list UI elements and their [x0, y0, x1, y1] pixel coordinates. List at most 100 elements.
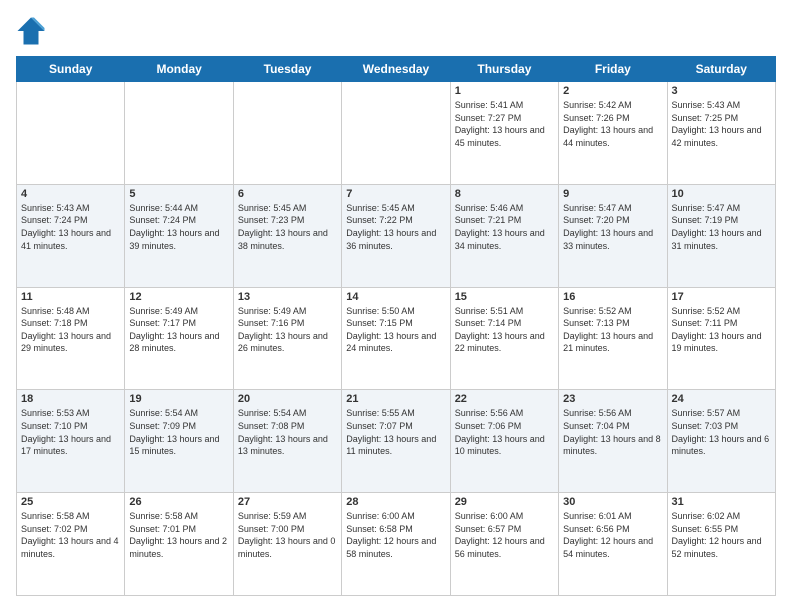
- day-info: Sunrise: 5:51 AMSunset: 7:14 PMDaylight:…: [455, 305, 554, 355]
- day-info: Sunrise: 5:52 AMSunset: 7:11 PMDaylight:…: [672, 305, 771, 355]
- day-number: 29: [455, 496, 554, 508]
- day-cell: 4 Sunrise: 5:43 AMSunset: 7:24 PMDaylight…: [17, 184, 125, 287]
- day-cell: 24 Sunrise: 5:57 AMSunset: 7:03 PMDayligh…: [667, 390, 775, 493]
- day-info: Sunrise: 5:47 AMSunset: 7:20 PMDaylight:…: [563, 202, 662, 252]
- day-info: Sunrise: 6:02 AMSunset: 6:55 PMDaylight:…: [672, 510, 771, 560]
- day-cell: 6 Sunrise: 5:45 AMSunset: 7:23 PMDaylight…: [233, 184, 341, 287]
- logo-icon: [16, 16, 46, 46]
- page: Sunday Monday Tuesday Wednesday Thursday…: [0, 0, 792, 612]
- day-cell: 3 Sunrise: 5:43 AMSunset: 7:25 PMDaylight…: [667, 82, 775, 185]
- header-row: Sunday Monday Tuesday Wednesday Thursday…: [17, 57, 776, 82]
- day-cell: 25 Sunrise: 5:58 AMSunset: 7:02 PMDayligh…: [17, 493, 125, 596]
- day-number: 16: [563, 291, 662, 303]
- day-cell: 8 Sunrise: 5:46 AMSunset: 7:21 PMDaylight…: [450, 184, 558, 287]
- day-cell: 12 Sunrise: 5:49 AMSunset: 7:17 PMDayligh…: [125, 287, 233, 390]
- week-row-3: 11Sunrise: 5:48 AMSunset: 7:18 PMDayligh…: [17, 287, 776, 390]
- day-number: 19: [129, 393, 228, 405]
- day-number: 1: [455, 85, 554, 97]
- day-info: Sunrise: 5:57 AMSunset: 7:03 PMDaylight:…: [672, 407, 771, 457]
- day-cell: 27Sunrise: 5:59 AMSunset: 7:00 PMDayligh…: [233, 493, 341, 596]
- day-number: 31: [672, 496, 771, 508]
- day-number: 10: [672, 188, 771, 200]
- day-cell: 9Sunrise: 5:47 AMSunset: 7:20 PMDaylight…: [559, 184, 667, 287]
- day-number: 25: [21, 496, 120, 508]
- day-cell: 23 Sunrise: 5:56 AMSunset: 7:04 PMDayligh…: [559, 390, 667, 493]
- day-info: Sunrise: 5:56 AMSunset: 7:06 PMDaylight:…: [455, 407, 554, 457]
- day-cell: 11Sunrise: 5:48 AMSunset: 7:18 PMDayligh…: [17, 287, 125, 390]
- day-info: Sunrise: 5:43 AMSunset: 7:24 PMDaylight:…: [21, 202, 120, 252]
- day-cell: 10 Sunrise: 5:47 AMSunset: 7:19 PMDayligh…: [667, 184, 775, 287]
- day-info: Sunrise: 5:58 AMSunset: 7:01 PMDaylight:…: [129, 510, 228, 560]
- day-cell: 15 Sunrise: 5:51 AMSunset: 7:14 PMDayligh…: [450, 287, 558, 390]
- day-cell: 17Sunrise: 5:52 AMSunset: 7:11 PMDayligh…: [667, 287, 775, 390]
- day-info: Sunrise: 5:46 AMSunset: 7:21 PMDaylight:…: [455, 202, 554, 252]
- day-cell: 22 Sunrise: 5:56 AMSunset: 7:06 PMDayligh…: [450, 390, 558, 493]
- day-info: Sunrise: 5:53 AMSunset: 7:10 PMDaylight:…: [21, 407, 120, 457]
- day-info: Sunrise: 6:00 AMSunset: 6:58 PMDaylight:…: [346, 510, 445, 560]
- week-row-5: 25 Sunrise: 5:58 AMSunset: 7:02 PMDayligh…: [17, 493, 776, 596]
- day-info: Sunrise: 5:45 AMSunset: 7:23 PMDaylight:…: [238, 202, 337, 252]
- day-info: Sunrise: 5:50 AMSunset: 7:15 PMDaylight:…: [346, 305, 445, 355]
- day-info: Sunrise: 5:49 AMSunset: 7:16 PMDaylight:…: [238, 305, 337, 355]
- day-number: 22: [455, 393, 554, 405]
- day-info: Sunrise: 5:43 AMSunset: 7:25 PMDaylight:…: [672, 99, 771, 149]
- day-number: 13: [238, 291, 337, 303]
- day-cell: 7 Sunrise: 5:45 AMSunset: 7:22 PMDaylight…: [342, 184, 450, 287]
- day-info: Sunrise: 5:49 AMSunset: 7:17 PMDaylight:…: [129, 305, 228, 355]
- day-number: 5: [129, 188, 228, 200]
- day-number: 3: [672, 85, 771, 97]
- day-cell: 21 Sunrise: 5:55 AMSunset: 7:07 PMDayligh…: [342, 390, 450, 493]
- col-friday: Friday: [559, 57, 667, 82]
- week-row-4: 18 Sunrise: 5:53 AMSunset: 7:10 PMDayligh…: [17, 390, 776, 493]
- day-cell: 18 Sunrise: 5:53 AMSunset: 7:10 PMDayligh…: [17, 390, 125, 493]
- day-number: 27: [238, 496, 337, 508]
- day-info: Sunrise: 6:00 AMSunset: 6:57 PMDaylight:…: [455, 510, 554, 560]
- col-monday: Monday: [125, 57, 233, 82]
- day-cell: [342, 82, 450, 185]
- day-info: Sunrise: 5:56 AMSunset: 7:04 PMDaylight:…: [563, 407, 662, 457]
- day-info: Sunrise: 5:55 AMSunset: 7:07 PMDaylight:…: [346, 407, 445, 457]
- day-info: Sunrise: 5:52 AMSunset: 7:13 PMDaylight:…: [563, 305, 662, 355]
- day-info: Sunrise: 6:01 AMSunset: 6:56 PMDaylight:…: [563, 510, 662, 560]
- day-info: Sunrise: 5:58 AMSunset: 7:02 PMDaylight:…: [21, 510, 120, 560]
- day-number: 20: [238, 393, 337, 405]
- day-number: 18: [21, 393, 120, 405]
- day-number: 8: [455, 188, 554, 200]
- day-info: Sunrise: 5:47 AMSunset: 7:19 PMDaylight:…: [672, 202, 771, 252]
- day-number: 14: [346, 291, 445, 303]
- col-wednesday: Wednesday: [342, 57, 450, 82]
- day-cell: 31 Sunrise: 6:02 AMSunset: 6:55 PMDayligh…: [667, 493, 775, 596]
- day-cell: 26 Sunrise: 5:58 AMSunset: 7:01 PMDayligh…: [125, 493, 233, 596]
- day-number: 6: [238, 188, 337, 200]
- week-row-2: 4 Sunrise: 5:43 AMSunset: 7:24 PMDaylight…: [17, 184, 776, 287]
- day-number: 23: [563, 393, 662, 405]
- day-number: 15: [455, 291, 554, 303]
- day-cell: 14 Sunrise: 5:50 AMSunset: 7:15 PMDayligh…: [342, 287, 450, 390]
- day-number: 4: [21, 188, 120, 200]
- col-sunday: Sunday: [17, 57, 125, 82]
- day-number: 2: [563, 85, 662, 97]
- col-tuesday: Tuesday: [233, 57, 341, 82]
- day-number: 24: [672, 393, 771, 405]
- day-cell: [17, 82, 125, 185]
- day-info: Sunrise: 5:41 AMSunset: 7:27 PMDaylight:…: [455, 99, 554, 149]
- day-cell: 16 Sunrise: 5:52 AMSunset: 7:13 PMDayligh…: [559, 287, 667, 390]
- week-row-1: 1 Sunrise: 5:41 AMSunset: 7:27 PMDaylight…: [17, 82, 776, 185]
- day-cell: [125, 82, 233, 185]
- col-thursday: Thursday: [450, 57, 558, 82]
- day-number: 26: [129, 496, 228, 508]
- logo: [16, 16, 50, 46]
- col-saturday: Saturday: [667, 57, 775, 82]
- day-cell: 5 Sunrise: 5:44 AMSunset: 7:24 PMDaylight…: [125, 184, 233, 287]
- day-cell: 28Sunrise: 6:00 AMSunset: 6:58 PMDayligh…: [342, 493, 450, 596]
- day-info: Sunrise: 5:44 AMSunset: 7:24 PMDaylight:…: [129, 202, 228, 252]
- day-number: 21: [346, 393, 445, 405]
- day-cell: 20Sunrise: 5:54 AMSunset: 7:08 PMDayligh…: [233, 390, 341, 493]
- day-number: 30: [563, 496, 662, 508]
- day-number: 12: [129, 291, 228, 303]
- day-cell: 1 Sunrise: 5:41 AMSunset: 7:27 PMDaylight…: [450, 82, 558, 185]
- day-cell: 19Sunrise: 5:54 AMSunset: 7:09 PMDayligh…: [125, 390, 233, 493]
- day-info: Sunrise: 5:45 AMSunset: 7:22 PMDaylight:…: [346, 202, 445, 252]
- day-number: 7: [346, 188, 445, 200]
- day-info: Sunrise: 5:48 AMSunset: 7:18 PMDaylight:…: [21, 305, 120, 355]
